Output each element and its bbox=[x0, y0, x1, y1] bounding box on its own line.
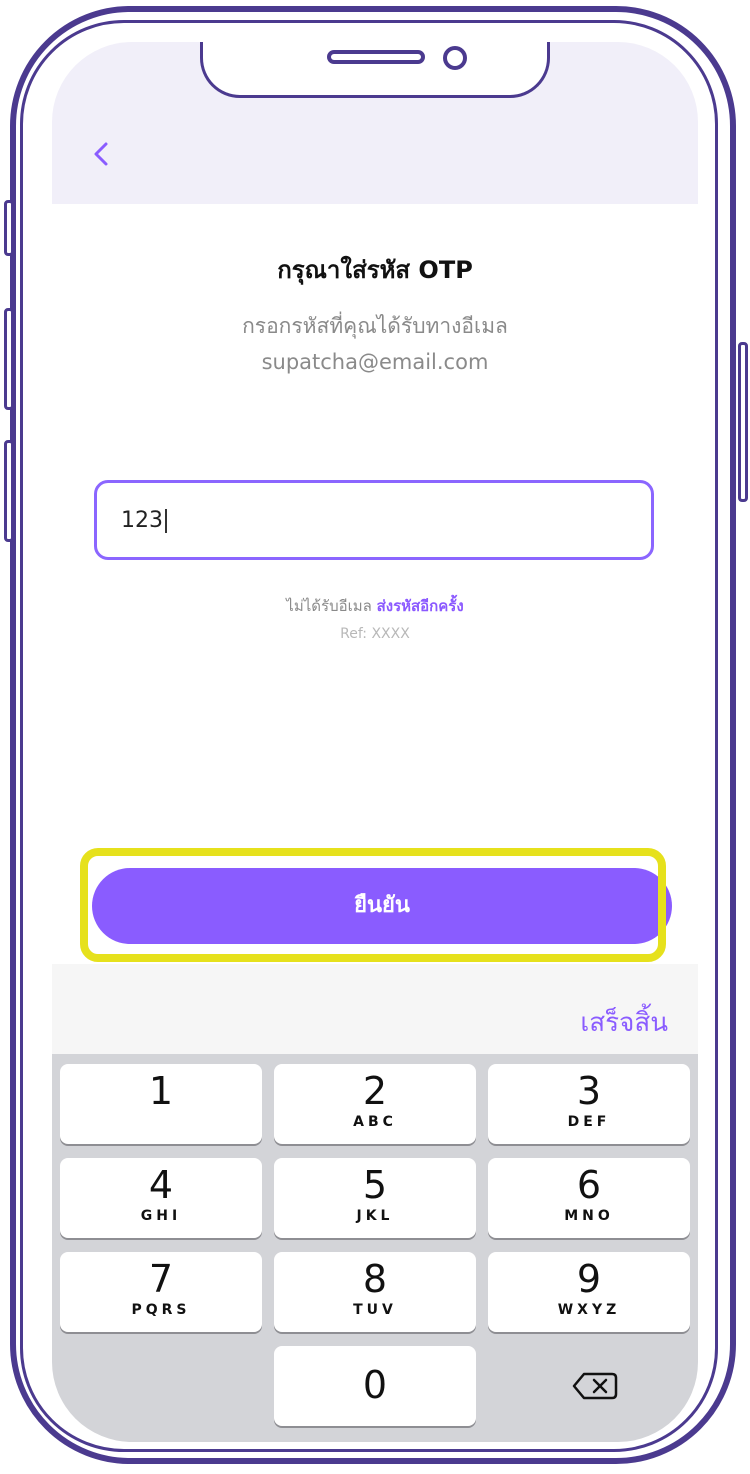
key-digit: 7 bbox=[148, 1257, 174, 1301]
key-digit: 5 bbox=[362, 1163, 388, 1207]
otp-input-value: 123 bbox=[121, 508, 163, 533]
key-letters: MNO bbox=[564, 1208, 614, 1224]
key-digit: 9 bbox=[576, 1257, 602, 1301]
key-digit: 6 bbox=[576, 1163, 602, 1207]
key-digit: 3 bbox=[576, 1069, 602, 1113]
side-button-volume-up bbox=[4, 308, 14, 410]
key-letters: PQRS bbox=[131, 1302, 191, 1318]
page-title: กรุณาใส่รหัส OTP bbox=[277, 256, 473, 284]
otp-instruction: กรอกรหัสที่คุณได้รับทางอีเมล bbox=[242, 314, 508, 338]
key-5[interactable]: 5 JKL bbox=[274, 1158, 476, 1238]
side-button-power bbox=[738, 342, 748, 502]
resend-prefix: ไม่ได้รับอีเมล bbox=[286, 597, 372, 615]
key-letters: TUV bbox=[353, 1302, 397, 1318]
key-digit: 2 bbox=[362, 1069, 388, 1113]
back-button[interactable] bbox=[82, 134, 122, 174]
key-0[interactable]: 0 bbox=[274, 1346, 476, 1426]
backspace-button[interactable] bbox=[488, 1346, 690, 1426]
key-letters: DEF bbox=[567, 1114, 611, 1130]
numeric-keypad: 1 2 ABC 3 DEF 4 GHI 5 JKL 6 MNO 7 PQRS 8 bbox=[52, 1054, 698, 1442]
reference-code: Ref: XXXX bbox=[340, 626, 410, 642]
notch bbox=[200, 42, 550, 98]
key-2[interactable]: 2 ABC bbox=[274, 1064, 476, 1144]
key-7[interactable]: 7 PQRS bbox=[60, 1252, 262, 1332]
phone-screen: กรุณาใส่รหัส OTP กรอกรหัสที่คุณได้รับทาง… bbox=[52, 42, 698, 1442]
speaker-grille bbox=[327, 50, 425, 64]
otp-input[interactable]: 123 bbox=[94, 480, 654, 560]
key-digit: 0 bbox=[362, 1363, 388, 1407]
header bbox=[52, 42, 698, 204]
key-letters: GHI bbox=[140, 1208, 182, 1224]
otp-email: supatcha@email.com bbox=[261, 350, 489, 374]
resend-row: ไม่ได้รับอีเมล ส่งรหัสอีกครั้ง bbox=[52, 594, 698, 618]
side-button-mute bbox=[4, 200, 14, 256]
resend-code-link[interactable]: ส่งรหัสอีกครั้ง bbox=[377, 597, 464, 615]
key-9[interactable]: 9 WXYZ bbox=[488, 1252, 690, 1332]
key-digit: 8 bbox=[362, 1257, 388, 1301]
camera bbox=[443, 46, 467, 70]
side-button-volume-down bbox=[4, 440, 14, 542]
key-1[interactable]: 1 bbox=[60, 1064, 262, 1144]
backspace-icon bbox=[572, 1372, 618, 1400]
keyboard-toolbar: เสร็จสิ้น bbox=[52, 964, 698, 1054]
key-8[interactable]: 8 TUV bbox=[274, 1252, 476, 1332]
key-3[interactable]: 3 DEF bbox=[488, 1064, 690, 1144]
key-letters: ABC bbox=[353, 1114, 397, 1130]
done-button[interactable]: เสร็จสิ้น bbox=[580, 1002, 668, 1043]
key-digit: 4 bbox=[148, 1163, 174, 1207]
text-caret bbox=[165, 509, 167, 533]
highlight-box bbox=[80, 848, 666, 962]
key-4[interactable]: 4 GHI bbox=[60, 1158, 262, 1238]
chevron-left-icon bbox=[94, 142, 108, 166]
key-letters: JKL bbox=[356, 1208, 394, 1224]
key-digit: 1 bbox=[148, 1069, 174, 1113]
key-letters: WXYZ bbox=[557, 1302, 621, 1318]
key-6[interactable]: 6 MNO bbox=[488, 1158, 690, 1238]
